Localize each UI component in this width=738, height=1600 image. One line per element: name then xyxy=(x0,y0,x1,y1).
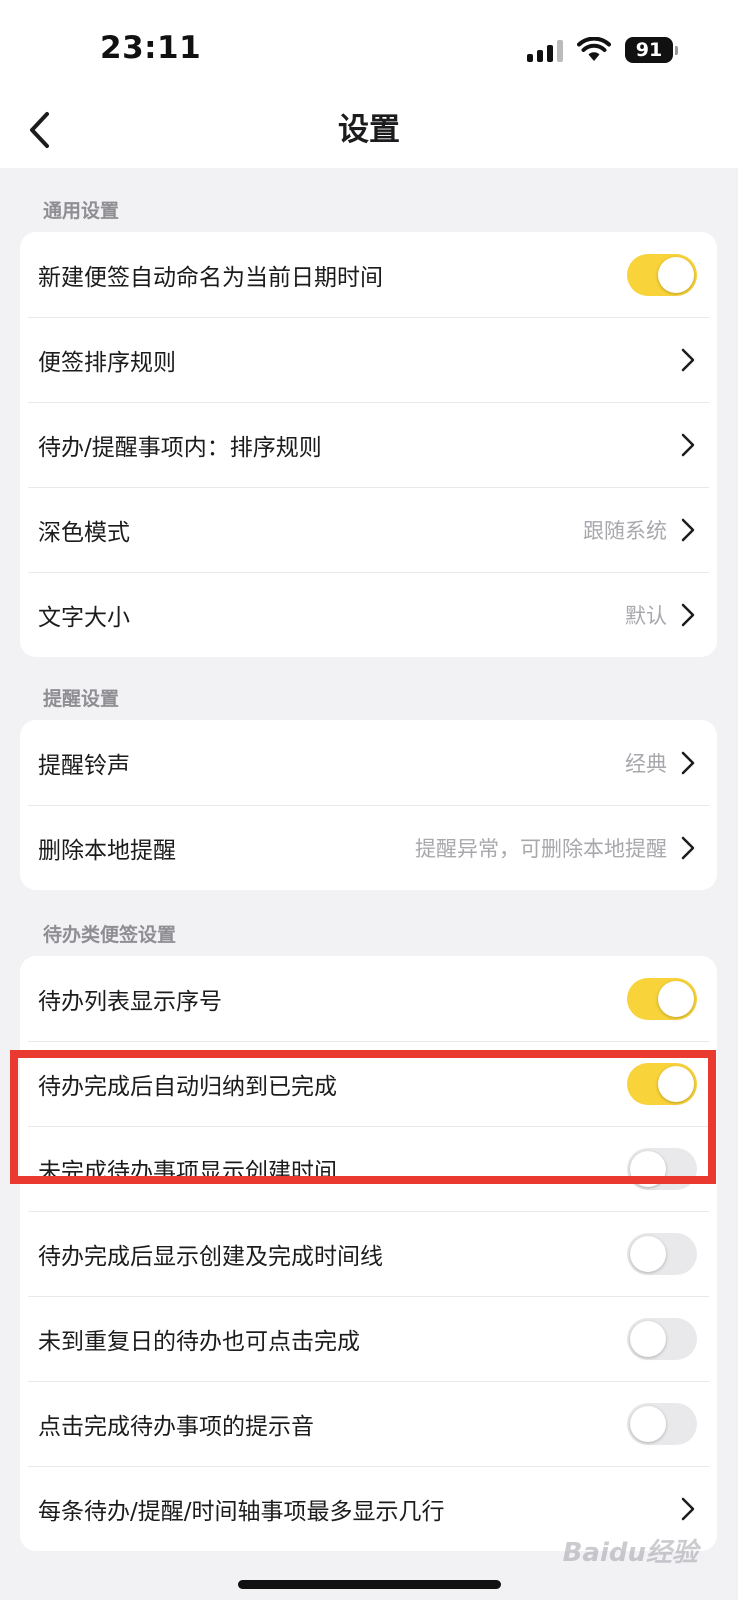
page-title: 设置 xyxy=(338,112,400,148)
setting-value: 提醒异常，可删除本地提醒 xyxy=(415,836,667,861)
chevron-right-icon xyxy=(681,1497,695,1520)
chevron-right-icon xyxy=(681,433,695,456)
show-index-toggle[interactable] xyxy=(627,977,697,1020)
setting-label: 未到重复日的待办也可点击完成 xyxy=(38,1328,360,1355)
chevron-right-icon xyxy=(681,518,695,541)
setting-row-delete-reminder[interactable]: 删除本地提醒 提醒异常，可删除本地提醒 xyxy=(20,805,717,890)
auto-archive-toggle[interactable] xyxy=(627,1062,697,1105)
setting-value: 经典 xyxy=(625,751,667,776)
setting-label: 新建便签自动命名为当前日期时间 xyxy=(38,264,383,291)
section-title-todo: 待办类便签设置 xyxy=(43,924,177,946)
setting-value: 默认 xyxy=(625,603,667,628)
chevron-right-icon xyxy=(681,348,695,371)
section-title-general: 通用设置 xyxy=(43,200,120,222)
setting-label: 便签排序规则 xyxy=(38,349,176,376)
setting-label: 待办/提醒事项内：排序规则 xyxy=(38,434,322,461)
todo-settings-card: 待办列表显示序号 待办完成后自动归纳到已完成 未完成待办事项显示创建时间 待办完… xyxy=(20,956,717,1551)
setting-value: 跟随系统 xyxy=(583,518,667,543)
setting-label: 每条待办/提醒/时间轴事项最多显示几行 xyxy=(38,1498,445,1525)
setting-row-ringtone[interactable]: 提醒铃声 经典 xyxy=(20,720,717,805)
setting-label: 文字大小 xyxy=(38,604,130,631)
navigation-bar: 23:11 91 设置 xyxy=(0,0,738,168)
reminder-settings-card: 提醒铃声 经典 删除本地提醒 提醒异常，可删除本地提醒 xyxy=(20,720,717,890)
status-time: 23:11 xyxy=(100,30,202,66)
setting-row-complete-sound[interactable]: 点击完成待办事项的提示音 xyxy=(20,1381,717,1466)
setting-label: 提醒铃声 xyxy=(38,752,130,779)
general-settings-card: 新建便签自动命名为当前日期时间 便签排序规则 待办/提醒事项内：排序规则 深色模… xyxy=(20,232,717,657)
chevron-right-icon xyxy=(681,603,695,626)
timeline-toggle[interactable] xyxy=(627,1232,697,1275)
battery-icon: 91 xyxy=(625,37,678,63)
setting-row-dark-mode[interactable]: 深色模式 跟随系统 xyxy=(20,487,717,572)
setting-label: 删除本地提醒 xyxy=(38,837,176,864)
setting-row-show-create-time[interactable]: 未完成待办事项显示创建时间 xyxy=(20,1126,717,1211)
setting-label: 深色模式 xyxy=(38,519,130,546)
watermark-logo: Baidu经验 xyxy=(562,1538,698,1568)
complete-sound-toggle[interactable] xyxy=(627,1402,697,1445)
chevron-right-icon xyxy=(681,751,695,774)
setting-label: 点击完成待办事项的提示音 xyxy=(38,1413,314,1440)
setting-label: 未完成待办事项显示创建时间 xyxy=(38,1158,337,1185)
setting-row-timeline[interactable]: 待办完成后显示创建及完成时间线 xyxy=(20,1211,717,1296)
setting-row-todo-sort[interactable]: 待办/提醒事项内：排序规则 xyxy=(20,402,717,487)
status-icons: 91 xyxy=(527,34,678,66)
auto-name-toggle[interactable] xyxy=(627,253,697,296)
wifi-icon xyxy=(577,37,611,61)
setting-row-font-size[interactable]: 文字大小 默认 xyxy=(20,572,717,657)
repeat-complete-toggle[interactable] xyxy=(627,1317,697,1360)
home-indicator[interactable] xyxy=(238,1580,501,1589)
setting-label: 待办完成后显示创建及完成时间线 xyxy=(38,1243,383,1270)
setting-row-repeat-complete[interactable]: 未到重复日的待办也可点击完成 xyxy=(20,1296,717,1381)
show-create-time-toggle[interactable] xyxy=(627,1147,697,1190)
setting-label: 待办列表显示序号 xyxy=(38,988,222,1015)
setting-row-auto-archive[interactable]: 待办完成后自动归纳到已完成 xyxy=(20,1041,717,1126)
chevron-right-icon xyxy=(681,836,695,859)
setting-row-auto-name[interactable]: 新建便签自动命名为当前日期时间 xyxy=(20,232,717,317)
section-title-reminder: 提醒设置 xyxy=(43,688,120,710)
cellular-signal-icon xyxy=(527,38,563,62)
setting-row-show-index[interactable]: 待办列表显示序号 xyxy=(20,956,717,1041)
setting-label: 待办完成后自动归纳到已完成 xyxy=(38,1073,337,1100)
setting-row-sort-rule[interactable]: 便签排序规则 xyxy=(20,317,717,402)
battery-level: 91 xyxy=(625,37,673,63)
